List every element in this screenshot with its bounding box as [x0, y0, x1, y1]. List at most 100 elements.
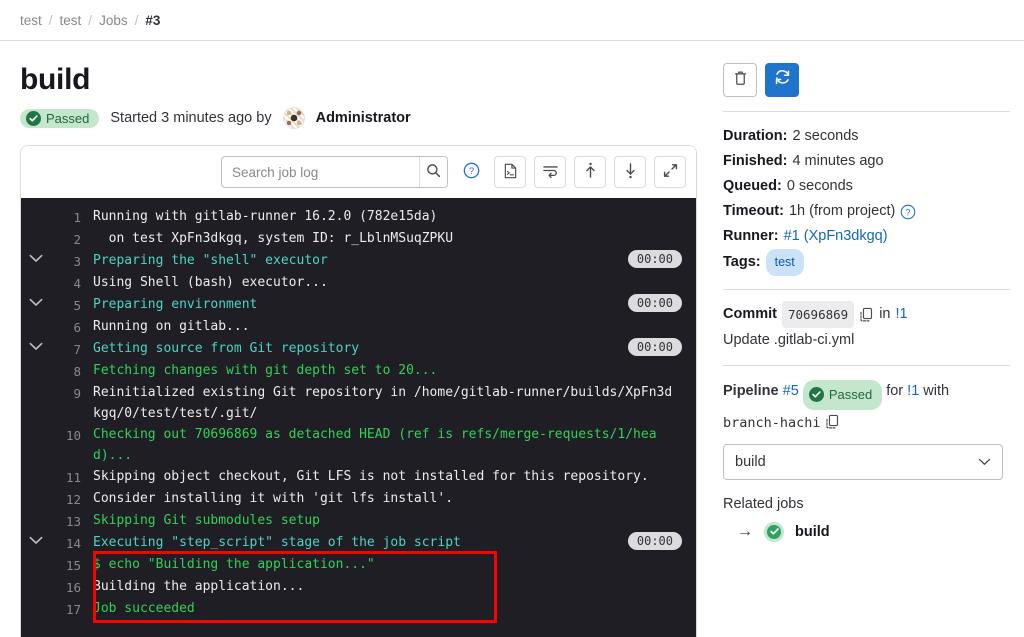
log-line-number[interactable]: 16	[51, 576, 81, 598]
log-line-number[interactable]: 11	[51, 466, 81, 488]
copy-commit-sha-icon[interactable]	[859, 307, 874, 323]
log-line-gutter	[21, 382, 51, 386]
job-started-text: Started 3 minutes ago by	[110, 110, 272, 126]
detail-tags: Tags: test	[723, 249, 1010, 276]
detail-timeout-value: 1h (from project)	[788, 203, 896, 219]
log-line-text: Consider installing it with 'git lfs ins…	[93, 491, 454, 506]
expand-log-button[interactable]	[654, 156, 686, 188]
erase-job-button[interactable]	[723, 63, 757, 97]
commit-section: Commit 70696869 in !1 Update .gitlab-ci.…	[723, 301, 1010, 351]
search-button[interactable]	[419, 157, 447, 187]
log-line-gutter	[21, 424, 51, 428]
commit-mr-link[interactable]: !1	[896, 302, 908, 327]
log-line-text: on test XpFn3dkgq, system ID: r_LblnMSuq…	[93, 231, 454, 246]
pipeline-section: Pipeline #5 Passed for !1 with branch-ha…	[723, 378, 1010, 480]
job-log-card: ?	[20, 145, 697, 637]
job-details-list: Duration: 2 seconds Finished: 4 minutes …	[723, 124, 1010, 276]
log-line-number[interactable]: 2	[51, 228, 81, 250]
log-line-gutter	[21, 360, 51, 364]
svg-text:?: ?	[468, 166, 473, 177]
pipeline-mr-link[interactable]: !1	[907, 383, 919, 399]
log-line: 15 $ echo "Building the application..."	[21, 554, 696, 576]
detail-tags-key: Tags:	[723, 254, 761, 270]
detail-queued: Queued: 0 seconds	[723, 174, 1010, 199]
log-line-text: Reinitialized existing Git repository in…	[93, 385, 673, 421]
log-line-number[interactable]: 17	[51, 598, 81, 620]
sidebar-divider-top	[723, 111, 1010, 112]
log-line-number[interactable]: 13	[51, 510, 81, 532]
breadcrumb-item-1[interactable]: test	[60, 13, 82, 28]
breadcrumb-item-jobs[interactable]: Jobs	[99, 13, 128, 28]
log-section-duration: 00:00	[627, 532, 682, 550]
tag-badge: test	[765, 249, 804, 276]
detail-timeout-key: Timeout:	[723, 203, 784, 219]
detail-duration-key: Duration:	[723, 128, 788, 144]
breadcrumb-item-current[interactable]: #3	[145, 13, 160, 28]
retry-icon	[774, 69, 791, 91]
log-line-number[interactable]: 7	[51, 338, 81, 360]
help-button[interactable]: ?	[456, 156, 486, 188]
log-line-number[interactable]: 15	[51, 554, 81, 576]
status-badge-label: Passed	[46, 110, 90, 126]
breadcrumb-item-0[interactable]: test	[20, 13, 42, 28]
commit-row: Commit 70696869 in !1	[723, 301, 1010, 328]
log-line-number[interactable]: 9	[51, 382, 81, 404]
detail-timeout: Timeout: 1h (from project) ?	[723, 199, 1010, 224]
log-line: 5 Preparing environment 00:00	[21, 294, 696, 316]
log-line-gutter	[21, 316, 51, 320]
timeout-help-icon[interactable]: ?	[900, 204, 916, 220]
job-status-circle-icon	[764, 521, 784, 542]
log-line-number[interactable]: 4	[51, 272, 81, 294]
soft-wrap-icon	[542, 163, 559, 181]
log-line: 1 Running with gitlab-runner 16.2.0 (782e…	[21, 206, 696, 228]
log-line-gutter	[21, 272, 51, 276]
log-line-number[interactable]: 6	[51, 316, 81, 338]
log-line-gutter	[21, 466, 51, 470]
scroll-to-top-icon	[583, 162, 598, 182]
log-line-text: Job succeeded	[93, 601, 195, 616]
check-circle-icon	[26, 110, 41, 126]
scroll-to-bottom-button[interactable]	[614, 156, 646, 188]
job-action-buttons	[723, 63, 1010, 97]
scroll-to-top-button[interactable]	[574, 156, 606, 188]
collapse-section-chevron-icon[interactable]	[21, 532, 51, 545]
stage-select[interactable]: build	[723, 443, 1003, 480]
arrow-right-icon: →	[737, 522, 753, 540]
avatar[interactable]	[282, 107, 305, 129]
log-line: 4 Using Shell (bash) executor...	[21, 272, 696, 294]
log-line-number[interactable]: 1	[51, 206, 81, 228]
log-line-number[interactable]: 10	[51, 424, 81, 446]
log-line-number[interactable]: 12	[51, 488, 81, 510]
log-line-number[interactable]: 3	[51, 250, 81, 272]
log-line: 2 on test XpFn3dkgq, system ID: r_LblnMS…	[21, 228, 696, 250]
related-job-name[interactable]: build	[795, 524, 830, 540]
soft-wrap-toggle-button[interactable]	[534, 156, 566, 188]
sidebar-divider-commit	[723, 289, 1010, 290]
page-title: build	[20, 63, 91, 96]
collapse-section-chevron-icon[interactable]	[21, 338, 51, 351]
trash-icon	[733, 70, 748, 91]
stage-select-value: build	[735, 453, 766, 470]
log-line: 10 Checking out 70696869 as detached HEAD…	[21, 424, 696, 466]
log-line-number[interactable]: 8	[51, 360, 81, 382]
search-job-log-wrap	[221, 156, 448, 188]
show-raw-log-button[interactable]	[494, 156, 526, 188]
pipeline-number-link[interactable]: #5	[783, 383, 799, 399]
copy-branch-name-icon[interactable]	[825, 414, 840, 430]
job-status-row: Passed Started 3 minutes ago by Administ…	[20, 107, 697, 129]
sidebar-divider-pipeline	[723, 365, 1010, 366]
list-item[interactable]: → build	[723, 521, 1010, 542]
search-input[interactable]	[222, 157, 419, 187]
runner-link[interactable]: #1 (XpFn3dkgq)	[784, 224, 888, 249]
log-line-text: Skipping Git submodules setup	[93, 513, 320, 528]
job-author-name[interactable]: Administrator	[316, 110, 411, 126]
retry-job-button[interactable]	[765, 63, 799, 97]
job-log-content[interactable]: 1 Running with gitlab-runner 16.2.0 (782e…	[21, 198, 696, 637]
log-line-number[interactable]: 14	[51, 532, 81, 554]
collapse-section-chevron-icon[interactable]	[21, 294, 51, 307]
status-badge: Passed	[20, 108, 100, 128]
log-line-text: Running on gitlab...	[93, 319, 250, 334]
log-line-number[interactable]: 5	[51, 294, 81, 316]
collapse-section-chevron-icon[interactable]	[21, 250, 51, 263]
commit-message[interactable]: Update .gitlab-ci.yml	[723, 330, 1010, 351]
